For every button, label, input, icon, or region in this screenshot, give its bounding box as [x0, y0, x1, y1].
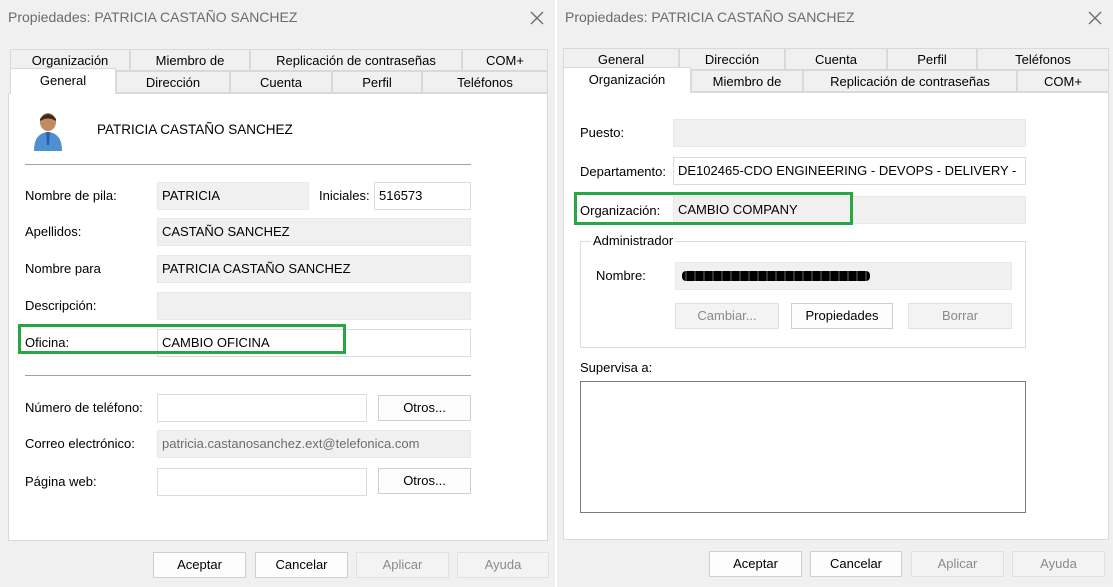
- phone-other-button[interactable]: Otros...: [378, 395, 471, 421]
- last-name-field[interactable]: CASTAÑO SANCHEZ: [157, 218, 471, 246]
- display-name-header: PATRICIA CASTAÑO SANCHEZ: [97, 122, 293, 137]
- department-field[interactable]: DE102465-CDO ENGINEERING - DEVOPS - DELI…: [673, 157, 1026, 185]
- tab-perfil[interactable]: Perfil: [332, 71, 422, 93]
- first-name-label: Nombre de pila:: [25, 188, 117, 203]
- tab-panel-general: PATRICIA CASTAÑO SANCHEZ Nombre de pila:…: [8, 93, 548, 541]
- tab-direccion[interactable]: Dirección: [116, 71, 230, 93]
- direct-reports-list[interactable]: [580, 381, 1026, 513]
- web-label: Página web:: [25, 474, 97, 489]
- change-manager-button[interactable]: Cambiar...: [675, 303, 779, 329]
- office-highlight-box: [18, 324, 346, 354]
- tab-cuenta[interactable]: Cuenta: [230, 71, 332, 93]
- manager-group-title: Administrador: [591, 233, 676, 248]
- tab-telefonos[interactable]: Teléfonos: [422, 71, 548, 93]
- initials-label: Iniciales:: [319, 188, 370, 203]
- tab-miembro-de[interactable]: Miembro de: [691, 70, 803, 92]
- tab-telefonos[interactable]: Teléfonos: [977, 48, 1109, 70]
- department-label: Departamento:: [580, 164, 666, 179]
- web-other-button[interactable]: Otros...: [378, 468, 471, 494]
- manager-properties-button[interactable]: Propiedades: [791, 303, 893, 329]
- job-field[interactable]: [673, 119, 1026, 147]
- apply-button[interactable]: Aplicar: [911, 551, 1004, 577]
- ok-button[interactable]: Aceptar: [153, 552, 246, 578]
- phone-label: Número de teléfono:: [25, 400, 143, 415]
- window-title: Propiedades: PATRICIA CASTAÑO SANCHEZ: [565, 9, 855, 25]
- tab-complus[interactable]: COM+: [1017, 70, 1109, 92]
- direct-reports-label: Supervisa a:: [580, 360, 653, 375]
- tab-perfil[interactable]: Perfil: [887, 48, 977, 70]
- email-field[interactable]: patricia.castanosanchez.ext@telefonica.c…: [157, 430, 471, 458]
- cancel-button[interactable]: Cancelar: [810, 551, 902, 577]
- tab-direccion[interactable]: Dirección: [679, 48, 785, 70]
- help-button[interactable]: Ayuda: [457, 552, 549, 578]
- cancel-button[interactable]: Cancelar: [255, 552, 348, 578]
- tab-miembro-de[interactable]: Miembro de: [130, 49, 250, 71]
- initials-field[interactable]: 516573: [374, 182, 471, 210]
- redacted-name: [682, 271, 870, 281]
- job-label: Puesto:: [580, 125, 625, 140]
- tab-replicacion[interactable]: Replicación de contraseñas: [250, 49, 462, 71]
- display-name-label: Nombre para: [25, 261, 101, 276]
- tab-organizacion[interactable]: Organización: [563, 67, 691, 93]
- email-label: Correo electrónico:: [25, 436, 135, 451]
- tab-general[interactable]: General: [10, 68, 116, 94]
- manager-name-field[interactable]: [675, 262, 1012, 290]
- help-button[interactable]: Ayuda: [1012, 551, 1105, 577]
- title-bar: Propiedades: PATRICIA CASTAÑO SANCHEZ: [557, 0, 1113, 36]
- organization-highlight-box: [574, 192, 853, 225]
- display-name-field[interactable]: PATRICIA CASTAÑO SANCHEZ: [157, 255, 471, 283]
- tab-complus[interactable]: COM+: [462, 49, 548, 71]
- ok-button[interactable]: Aceptar: [709, 551, 802, 577]
- properties-dialog-left: Propiedades: PATRICIA CASTAÑO SANCHEZ Or…: [0, 0, 555, 587]
- tab-cuenta[interactable]: Cuenta: [785, 48, 887, 70]
- title-bar: Propiedades: PATRICIA CASTAÑO SANCHEZ: [0, 0, 555, 36]
- separator: [25, 164, 471, 165]
- close-icon[interactable]: [1085, 8, 1105, 28]
- description-field[interactable]: [157, 292, 471, 320]
- properties-dialog-right: Propiedades: PATRICIA CASTAÑO SANCHEZ Ge…: [557, 0, 1113, 587]
- manager-group: Administrador Nombre: Cambiar... Propied…: [580, 233, 1026, 348]
- last-name-label: Apellidos:: [25, 224, 82, 239]
- apply-button[interactable]: Aplicar: [356, 552, 449, 578]
- first-name-field[interactable]: PATRICIA: [157, 182, 309, 210]
- phone-field[interactable]: [157, 394, 367, 422]
- manager-name-label: Nombre:: [596, 268, 646, 283]
- user-icon: [34, 113, 62, 151]
- tab-replicacion[interactable]: Replicación de contraseñas: [803, 70, 1017, 92]
- clear-manager-button[interactable]: Borrar: [908, 303, 1012, 329]
- tab-panel-organizacion: Puesto: Departamento: DE102465-CDO ENGIN…: [563, 92, 1109, 540]
- window-title: Propiedades: PATRICIA CASTAÑO SANCHEZ: [8, 9, 298, 25]
- separator: [25, 375, 471, 376]
- web-field[interactable]: [157, 468, 367, 496]
- description-label: Descripción:: [25, 298, 97, 313]
- close-icon[interactable]: [527, 8, 547, 28]
